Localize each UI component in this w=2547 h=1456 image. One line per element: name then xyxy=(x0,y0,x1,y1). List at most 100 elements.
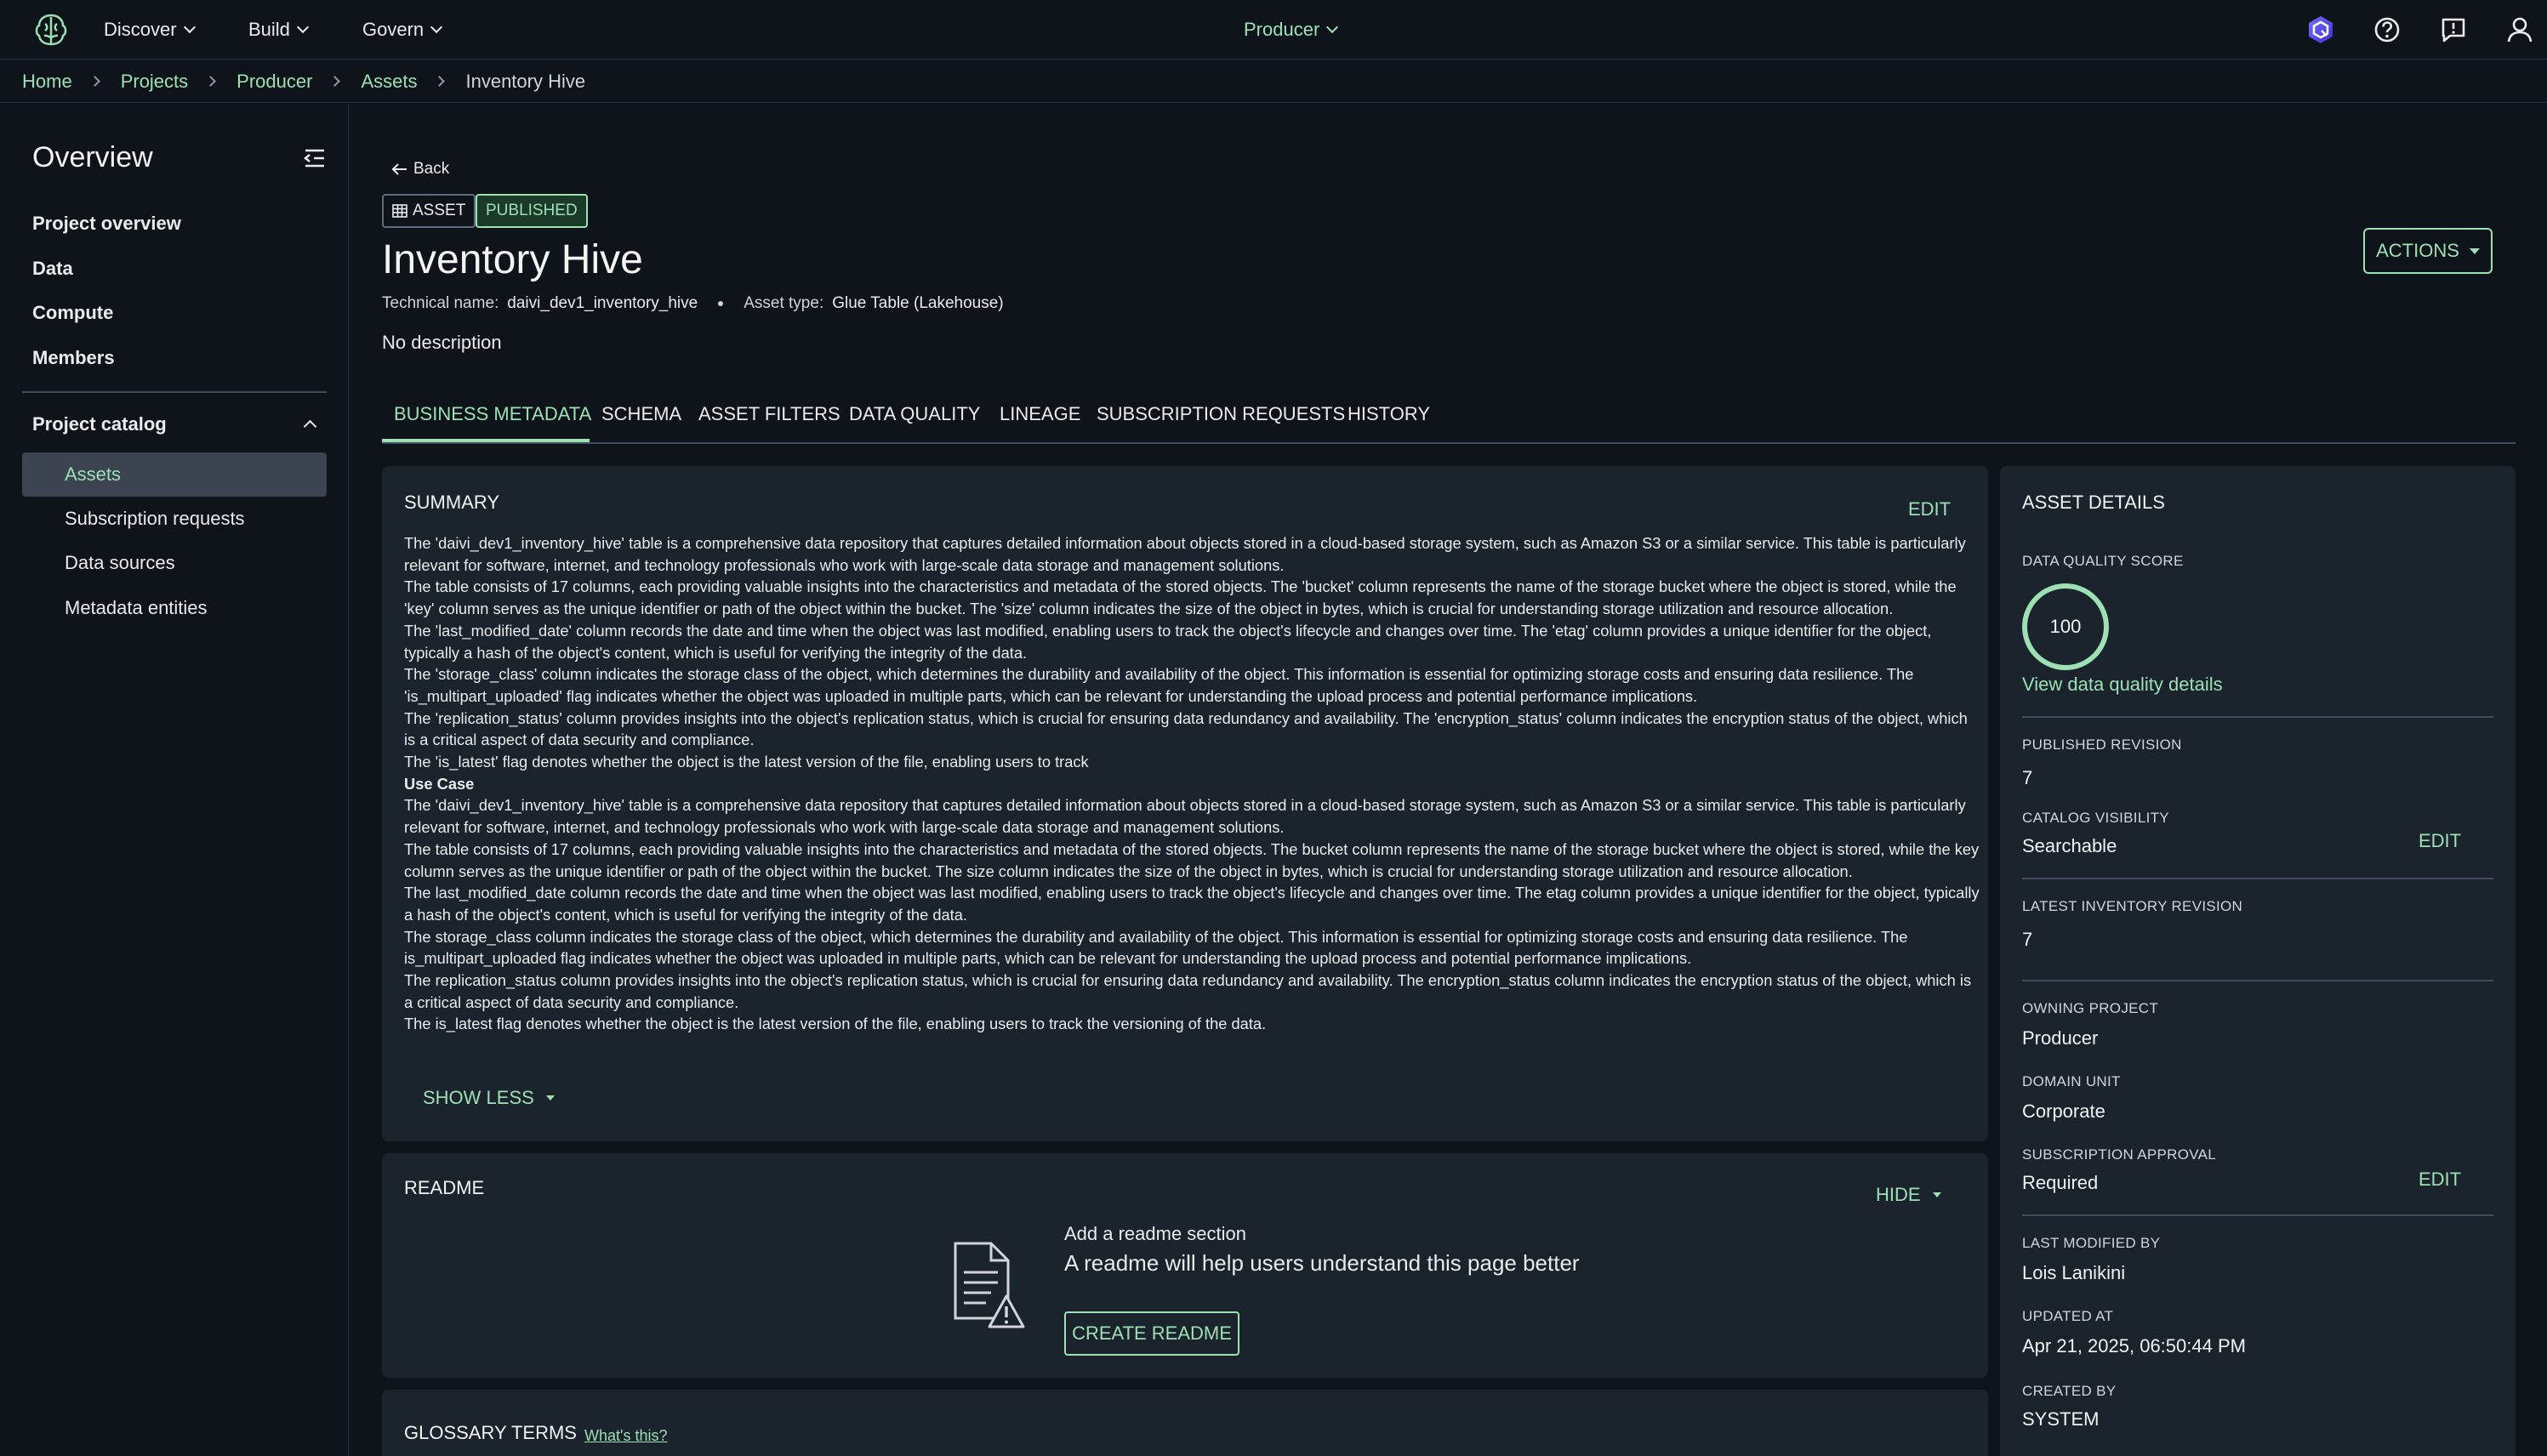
sidebar-item-project-overview[interactable]: Project overview xyxy=(32,213,181,235)
use-case-paragraph: The replication_status column provides i… xyxy=(404,971,1972,1011)
chevron-down-icon xyxy=(1326,20,1339,34)
breadcrumb-producer[interactable]: Producer xyxy=(236,71,312,93)
asset-meta: Technical name: daivi_dev1_inventory_hiv… xyxy=(382,294,1004,313)
build-menu[interactable]: Build xyxy=(248,0,309,60)
glossary-card: GLOSSARY TERMS What's this? xyxy=(382,1390,1988,1456)
asset-type-badge: ASSET xyxy=(382,194,476,228)
readme-title: README xyxy=(404,1177,485,1198)
sidebar-section-project-catalog[interactable]: Project catalog xyxy=(32,413,327,435)
use-case-paragraph: The last_modified_date column records th… xyxy=(404,884,1980,924)
chevron-right-icon xyxy=(88,76,100,87)
tab-subscription-requests[interactable]: SUBSCRIPTION REQUESTS xyxy=(1097,403,1345,425)
summary-edit-button[interactable]: EDIT xyxy=(1908,498,1951,520)
collapse-sidebar-icon[interactable] xyxy=(303,146,327,170)
sidebar-item-data[interactable]: Data xyxy=(32,258,73,280)
catalog-visibility-edit-button[interactable]: EDIT xyxy=(2419,830,2461,852)
readme-hide-button[interactable]: HIDE xyxy=(1876,1184,1941,1206)
glossary-help-link[interactable]: What's this? xyxy=(584,1427,667,1445)
sidebar-divider xyxy=(22,391,327,393)
sidebar-item-assets[interactable]: Assets xyxy=(22,452,327,497)
sidebar: Overview Project overview Data Compute M… xyxy=(0,104,349,1456)
sidebar-item-subscription-requests[interactable]: Subscription requests xyxy=(22,497,327,541)
breadcrumb: Home Projects Producer Assets Inventory … xyxy=(0,60,2547,103)
tab-history[interactable]: HISTORY xyxy=(1348,403,1430,425)
view-data-quality-link[interactable]: View data quality details xyxy=(2022,674,2223,696)
show-less-button[interactable]: SHOW LESS xyxy=(423,1087,555,1109)
subscription-approval-edit-button[interactable]: EDIT xyxy=(2419,1169,2461,1191)
sidebar-item-data-sources[interactable]: Data sources xyxy=(22,541,327,585)
data-quality-score-label: DATA QUALITY SCORE xyxy=(2022,553,2184,569)
details-divider xyxy=(2022,1214,2493,1216)
use-case-paragraph: The 'daivi_dev1_inventory_hive' table is… xyxy=(404,796,1966,837)
technical-name-label: Technical name: xyxy=(382,294,499,312)
app-logo-icon[interactable] xyxy=(32,12,70,48)
actions-button[interactable]: ACTIONS xyxy=(2363,228,2493,274)
chevron-right-icon xyxy=(434,76,446,87)
caret-down-icon xyxy=(545,1095,555,1101)
summary-paragraph: The 'daivi_dev1_inventory_hive' table is… xyxy=(404,534,1966,574)
tab-asset-filters[interactable]: ASSET FILTERS xyxy=(698,403,840,425)
caret-down-icon xyxy=(2469,247,2480,254)
show-less-label: SHOW LESS xyxy=(423,1087,534,1108)
use-case-paragraph: The table consists of 17 columns, each p… xyxy=(404,839,1980,880)
tab-schema[interactable]: SCHEMA xyxy=(601,403,681,425)
last-modified-by-value: Lois Lanikini xyxy=(2022,1262,2126,1283)
asset-description: No description xyxy=(382,332,502,353)
domain-unit-label: DOMAIN UNIT xyxy=(2022,1073,2121,1089)
create-readme-button[interactable]: CREATE README xyxy=(1064,1311,1239,1356)
sidebar-item-metadata-entities[interactable]: Metadata entities xyxy=(22,586,327,630)
page-title: Inventory Hive xyxy=(382,237,643,282)
project-selector[interactable]: Producer xyxy=(1244,0,1339,60)
arrow-left-icon xyxy=(391,163,407,175)
updated-at-label: UPDATED AT xyxy=(2022,1308,2114,1324)
status-badge: PUBLISHED xyxy=(476,194,588,228)
breadcrumb-projects[interactable]: Projects xyxy=(121,71,188,93)
last-modified-by-label: LAST MODIFIED BY xyxy=(2022,1235,2161,1251)
domain-unit-value: Corporate xyxy=(2022,1101,2105,1122)
help-icon[interactable] xyxy=(2372,14,2402,45)
created-by-label: CREATED BY xyxy=(2022,1383,2117,1399)
table-icon xyxy=(392,204,407,218)
document-warning-icon xyxy=(954,1242,1025,1328)
sidebar-section-label: Project catalog xyxy=(32,413,167,435)
govern-menu[interactable]: Govern xyxy=(362,0,443,60)
summary-paragraph: The 'is_latest' flag denotes whether the… xyxy=(404,753,1089,771)
tab-business-metadata[interactable]: BUSINESS METADATA xyxy=(394,403,591,425)
breadcrumb-home[interactable]: Home xyxy=(22,71,72,93)
readme-empty-heading: Add a readme section xyxy=(1064,1223,1247,1244)
top-navigation: Discover Build Govern Producer xyxy=(0,0,2547,60)
back-link[interactable]: Back xyxy=(391,160,449,179)
summary-paragraph: The table consists of 17 columns, each p… xyxy=(404,577,1957,618)
chevron-right-icon xyxy=(205,76,217,87)
breadcrumb-assets[interactable]: Assets xyxy=(361,71,417,93)
tab-lineage[interactable]: LINEAGE xyxy=(1000,403,1080,425)
asset-type-value: Glue Table (Lakehouse) xyxy=(832,294,1004,312)
readme-empty-text: A readme will help users understand this… xyxy=(1064,1250,1580,1276)
active-tab-indicator xyxy=(382,439,590,442)
sidebar-item-compute[interactable]: Compute xyxy=(32,302,113,324)
published-revision-value: 7 xyxy=(2022,767,2033,788)
chevron-up-icon xyxy=(303,419,317,434)
chevron-down-icon xyxy=(296,20,309,34)
data-quality-score-value: 100 xyxy=(2049,616,2082,637)
asset-details-panel: ASSET DETAILS DATA QUALITY SCORE 100 Vie… xyxy=(2000,466,2516,1456)
chevron-down-icon xyxy=(430,20,443,34)
published-revision-label: PUBLISHED REVISION xyxy=(2022,737,2182,753)
user-profile-icon[interactable] xyxy=(2504,14,2535,45)
asset-details-title: ASSET DETAILS xyxy=(2022,492,2165,513)
tab-data-quality[interactable]: DATA QUALITY xyxy=(849,403,980,425)
use-case-heading: Use Case xyxy=(404,774,475,793)
amazon-q-icon[interactable] xyxy=(2305,14,2336,45)
asset-type-label: Asset type: xyxy=(744,294,824,312)
summary-paragraph: The 'replication_status' column provides… xyxy=(404,708,1968,749)
build-menu-label: Build xyxy=(248,19,290,40)
subscription-approval-label: SUBSCRIPTION APPROVAL xyxy=(2022,1146,2216,1163)
catalog-visibility-value: Searchable xyxy=(2022,835,2117,856)
readme-hide-label: HIDE xyxy=(1876,1184,1921,1205)
readme-card: README HIDE Add a readme section A readm… xyxy=(382,1153,1988,1378)
sidebar-item-members[interactable]: Members xyxy=(32,347,115,369)
asset-type-badge-label: ASSET xyxy=(413,202,466,219)
owning-project-label: OWNING PROJECT xyxy=(2022,1000,2159,1016)
feedback-icon[interactable] xyxy=(2438,14,2469,45)
discover-menu[interactable]: Discover xyxy=(104,0,196,60)
